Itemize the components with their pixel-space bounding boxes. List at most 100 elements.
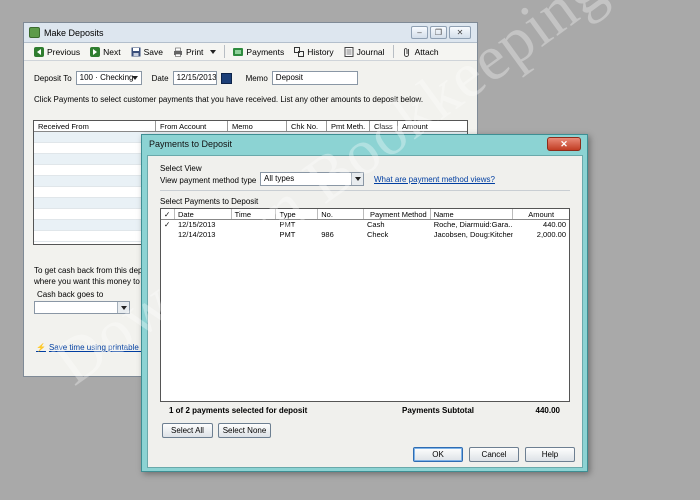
column-class: Class <box>370 121 398 131</box>
row-date: 12/15/2013 <box>177 220 216 229</box>
payments-to-deposit-title: Payments to Deposit <box>149 139 233 149</box>
dialog-body: Select View View payment method type All… <box>147 155 583 468</box>
cash-back-instructions: To get cash back from this deposi where … <box>34 265 153 287</box>
cash-back-account-dropdown[interactable] <box>34 301 130 314</box>
select-view-label: Select View <box>160 164 202 173</box>
table-row[interactable]: 12/14/2013 PMT 986 Check Jacobsen, Doug:… <box>161 230 569 240</box>
app-icon <box>29 27 40 38</box>
attach-button[interactable]: Attach <box>398 44 443 60</box>
deposit-fields-row: Deposit To 100 · Checking Date 12/15/201… <box>34 70 467 86</box>
help-button[interactable]: Help <box>525 447 575 462</box>
column-no[interactable]: No. <box>318 209 365 219</box>
memo-value: Deposit <box>275 73 303 82</box>
column-type[interactable]: Type <box>276 209 319 219</box>
history-icon <box>294 46 305 57</box>
chevron-down-icon <box>120 305 127 310</box>
journal-button[interactable]: Journal <box>340 44 389 60</box>
save-time-link[interactable]: ⚡ Save time using printable or p <box>36 343 155 352</box>
row-time <box>232 220 277 230</box>
cash-back-dropdown-button[interactable] <box>117 302 129 313</box>
deposit-to-label: Deposit To <box>34 73 72 83</box>
column-amount: Amount <box>402 122 428 131</box>
payments-table-header: ✓ Date Time Type No. Payment Method Name… <box>161 209 569 220</box>
restore-button[interactable]: ❐ <box>430 26 447 39</box>
journal-icon <box>344 46 354 57</box>
next-arrow-icon <box>90 46 101 57</box>
close-button[interactable]: ✕ <box>449 26 471 39</box>
previous-button[interactable]: Previous <box>30 44 84 60</box>
deposit-to-dropdown[interactable]: 100 · Checking <box>75 71 142 85</box>
select-all-button[interactable]: Select All <box>162 423 213 438</box>
attach-label: Attach <box>414 46 439 57</box>
lightning-bolt-icon: ⚡ <box>36 343 46 352</box>
payments-to-deposit-dialog: Payments to Deposit ✕ Select View View p… <box>141 134 588 472</box>
row-time <box>232 230 277 240</box>
row-check-mark[interactable] <box>161 230 175 240</box>
row-name: Roche, Diarmuid:Gara... <box>433 220 514 229</box>
paperclip-icon <box>403 47 409 57</box>
date-value: 12/15/2013 <box>176 73 217 82</box>
date-field[interactable]: 12/15/2013 <box>172 71 217 85</box>
column-check[interactable]: ✓ <box>161 209 175 219</box>
calendar-icon[interactable] <box>220 72 232 84</box>
row-check-mark[interactable]: ✓ <box>161 220 175 230</box>
row-date: 12/14/2013 <box>177 230 216 239</box>
history-button[interactable]: History <box>290 44 337 60</box>
payment-method-type-dropdown[interactable]: All types <box>260 172 364 186</box>
printer-icon <box>173 47 182 57</box>
dialog-close-button[interactable]: ✕ <box>547 137 581 151</box>
print-label: Print <box>185 46 204 57</box>
row-name: Jacobsen, Doug:Kitchen <box>433 230 514 239</box>
row-payment-method: Check <box>367 230 389 239</box>
payments-button[interactable]: Payments <box>229 44 288 60</box>
ok-button[interactable]: OK <box>413 447 463 462</box>
row-type: PMT <box>279 220 296 229</box>
payment-method-views-link[interactable]: What are payment method views? <box>374 175 495 184</box>
payments-table: ✓ Date Time Type No. Payment Method Name… <box>160 208 570 402</box>
column-received-from: Received From <box>34 121 156 131</box>
print-dropdown-icon[interactable] <box>210 49 217 54</box>
row-type: PMT <box>279 230 296 239</box>
print-button[interactable]: Print <box>169 44 220 60</box>
payment-method-dropdown-button[interactable] <box>351 173 363 185</box>
toolbar-separator <box>224 45 226 58</box>
make-deposits-title: Make Deposits <box>44 28 104 38</box>
column-chk-no: Chk No. <box>287 121 327 131</box>
cash-back-text-line-1: To get cash back from this deposi <box>34 266 153 275</box>
toolbar: Previous Next Save Print Payments Histor… <box>24 43 477 61</box>
column-pmt-meth: Pmt Meth. <box>327 121 370 131</box>
table-row[interactable]: ✓ 12/15/2013 PMT Cash Roche, Diarmuid:Ga… <box>161 220 569 230</box>
toolbar-separator <box>392 45 394 58</box>
select-none-button[interactable]: Select None <box>218 423 271 438</box>
payments-subtotal-label: Payments Subtotal <box>402 406 475 415</box>
memo-label: Memo <box>245 73 268 83</box>
row-no: 986 <box>321 230 334 239</box>
instructions-text: Click Payments to select customer paymen… <box>34 95 424 104</box>
save-label: Save <box>143 46 163 57</box>
row-amount: 2,000.00 <box>536 230 566 239</box>
row-no <box>318 220 364 230</box>
column-date[interactable]: Date <box>175 209 232 219</box>
column-name[interactable]: Name <box>431 209 514 219</box>
save-disk-icon <box>131 47 141 56</box>
column-amount[interactable]: Amount <box>513 209 569 219</box>
deposit-to-value: 100 · Checking <box>79 73 134 82</box>
payments-subtotal-value: 440.00 <box>535 406 560 415</box>
column-time[interactable]: Time <box>232 209 277 219</box>
next-button[interactable]: Next <box>86 44 124 60</box>
column-memo: Memo <box>228 121 287 131</box>
column-payment-method[interactable]: Payment Method <box>364 209 431 219</box>
previous-arrow-icon <box>34 46 44 57</box>
minimize-button[interactable]: – <box>411 26 428 39</box>
column-from-account: From Account <box>156 121 228 131</box>
history-label: History <box>307 46 334 57</box>
date-label: Date <box>151 73 169 83</box>
save-time-link-text: Save time using printable or p <box>48 343 155 352</box>
save-button[interactable]: Save <box>127 44 167 60</box>
memo-field[interactable]: Deposit <box>271 71 358 85</box>
cancel-button[interactable]: Cancel <box>469 447 519 462</box>
divider <box>160 190 570 191</box>
cash-back-goes-to-label: Cash back goes to <box>37 290 104 299</box>
close-icon: ✕ <box>560 139 568 149</box>
row-amount: 440.00 <box>543 220 566 229</box>
